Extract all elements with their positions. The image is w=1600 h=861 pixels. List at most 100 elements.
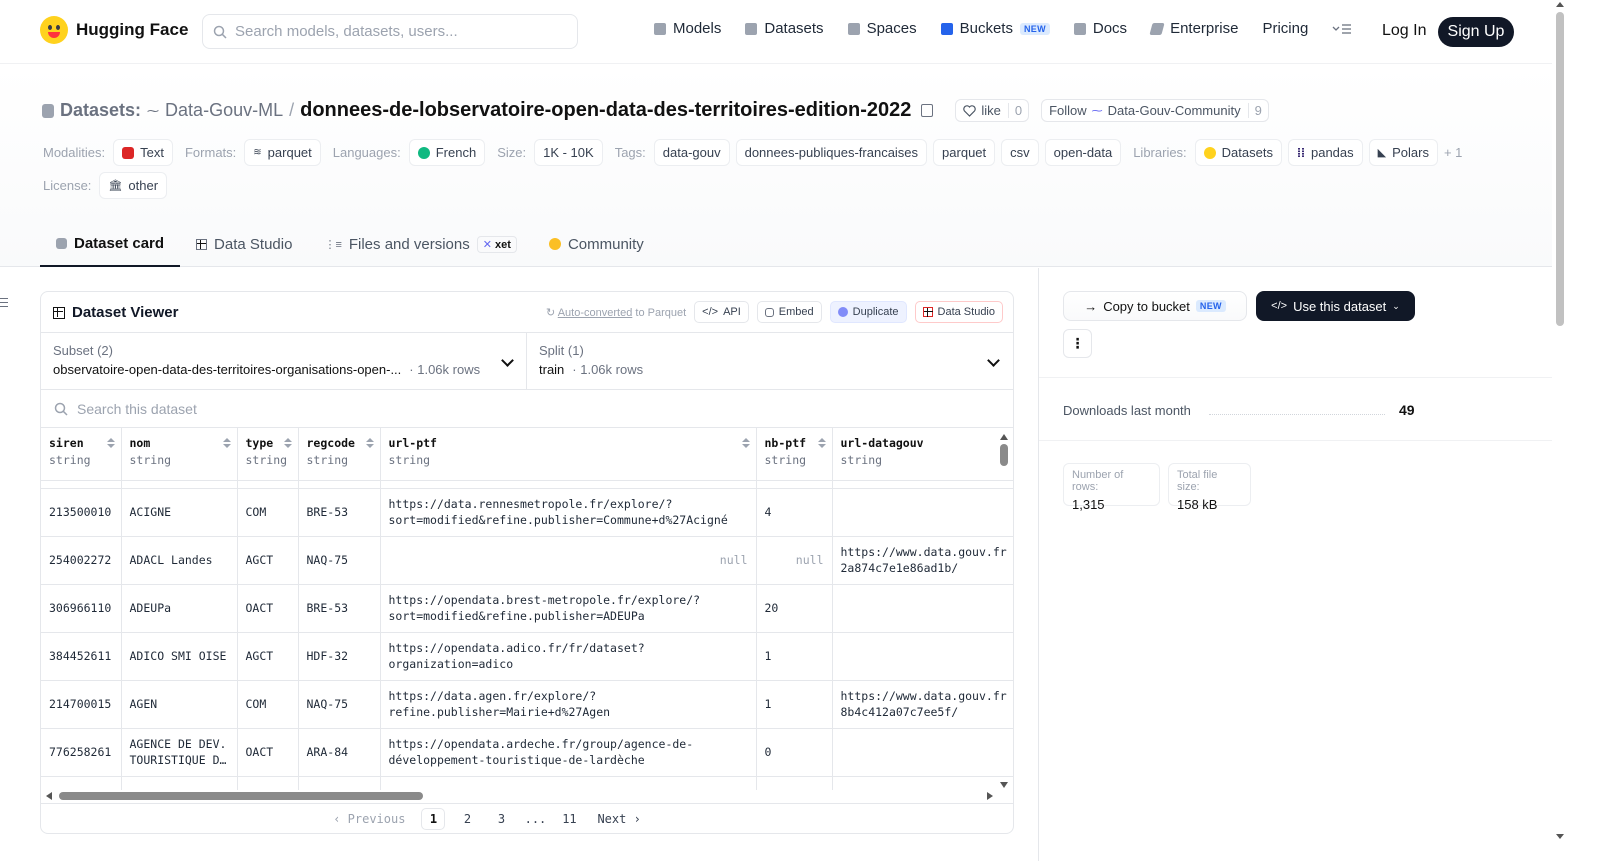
- nav-enterprise[interactable]: Enterprise: [1149, 20, 1238, 37]
- nav-spaces[interactable]: Spaces: [847, 20, 917, 37]
- tag-library-pandas[interactable]: ⁞⁞ pandas: [1287, 139, 1363, 166]
- scroll-down-icon[interactable]: [1000, 782, 1008, 788]
- nav-models[interactable]: Models: [654, 20, 721, 37]
- page-button[interactable]: 11: [557, 808, 581, 830]
- table-row[interactable]: 213500010 ACIGNE COM BRE-53 https://data.ren…: [41, 488, 1013, 537]
- scroll-up-icon[interactable]: [1556, 2, 1564, 7]
- scroll-right-icon[interactable]: [987, 792, 993, 800]
- scroll-thumb[interactable]: [59, 792, 423, 800]
- scroll-left-icon[interactable]: [46, 792, 52, 800]
- signup-button[interactable]: Sign Up: [1438, 17, 1514, 47]
- table-row[interactable]: 306966110 ADEUPa OACT BRE-53 https://opendat…: [41, 584, 1013, 633]
- global-search-input[interactable]: Search models, datasets, users...: [202, 14, 578, 49]
- tab-community[interactable]: Community: [533, 221, 660, 267]
- column-header[interactable]: nb-ptf string: [756, 428, 833, 481]
- tag-item[interactable]: data-gouv: [653, 139, 730, 166]
- toc-toggle-icon[interactable]: [0, 298, 8, 307]
- page-button[interactable]: 2: [455, 808, 479, 830]
- table-row[interactable]: AGENCE DE https://www.data.corsica/explor…: [41, 776, 1013, 790]
- previous-page-button[interactable]: ‹ Previous: [333, 808, 405, 830]
- split-dropdown[interactable]: Split (1) train · 1.06k rows: [527, 333, 1013, 389]
- duplicate-button[interactable]: Duplicate: [829, 301, 907, 323]
- tag-text: Text: [140, 145, 164, 160]
- dataset-name[interactable]: donnees-de-lobservatoire-open-data-des-t…: [300, 99, 911, 122]
- tab-files-and-versions[interactable]: ⋮≡ Files and versions ✕ xet: [308, 221, 533, 267]
- tag-library-datasets[interactable]: Datasets: [1194, 139, 1282, 166]
- sort-icon[interactable]: [106, 438, 115, 450]
- tag-item[interactable]: donnees-publiques-francaises: [735, 139, 928, 166]
- table-vertical-scrollbar[interactable]: [999, 428, 1009, 790]
- table-row[interactable]: 776258261 AGENCE DE DEV. TOURISTIQUE D… OA…: [41, 728, 1013, 777]
- page-button[interactable]: 3: [489, 808, 513, 830]
- sort-icon[interactable]: [283, 438, 292, 450]
- database-icon: [42, 103, 54, 118]
- column-header[interactable]: regcode string: [298, 428, 381, 481]
- arrow-right-icon: →: [1084, 298, 1098, 314]
- sort-icon[interactable]: [741, 438, 750, 450]
- copy-to-bucket-button[interactable]: → Copy to bucket NEW: [1063, 291, 1247, 321]
- embed-button[interactable]: Embed: [756, 301, 822, 323]
- sort-icon[interactable]: [365, 438, 374, 450]
- tag-license[interactable]: 🏛 other: [99, 172, 168, 199]
- api-button[interactable]: </> API: [694, 301, 749, 323]
- code-icon: </>: [702, 306, 719, 318]
- next-page-button[interactable]: Next ›: [597, 808, 640, 830]
- tab-dataset-card[interactable]: Dataset card: [40, 221, 181, 267]
- column-header[interactable]: siren string: [41, 428, 122, 481]
- nav-docs[interactable]: Docs: [1073, 20, 1127, 37]
- libraries-more[interactable]: + 1: [1444, 145, 1462, 160]
- column-header[interactable]: nom string: [121, 428, 238, 481]
- data-studio-button[interactable]: Data Studio: [914, 301, 1003, 323]
- login-link[interactable]: Log In: [1382, 22, 1426, 40]
- xet-icon: ✕: [482, 238, 492, 251]
- downloads-value: 49: [1399, 402, 1415, 418]
- nav-pricing[interactable]: Pricing: [1262, 20, 1308, 37]
- table-cell: [41, 776, 122, 790]
- follow-button[interactable]: Follow ⁓ Data-Gouv-Community 9: [1041, 99, 1269, 122]
- tag-size[interactable]: 1K - 10K: [534, 139, 603, 166]
- more-options-button[interactable]: ⋮: [1063, 329, 1092, 358]
- use-this-dataset-button[interactable]: </> Use this dataset ⌄: [1256, 291, 1415, 321]
- scroll-thumb[interactable]: [1556, 12, 1564, 326]
- divider: [1039, 377, 1553, 378]
- column-header[interactable]: url-datagouv string: [832, 428, 1013, 481]
- column-header[interactable]: type string: [237, 428, 299, 481]
- tag-item[interactable]: parquet: [933, 139, 996, 166]
- org-link[interactable]: Data-Gouv-ML: [165, 100, 283, 121]
- subset-dropdown[interactable]: Subset (2) observatoire-open-data-des-te…: [41, 333, 527, 389]
- scroll-up-icon[interactable]: [1000, 434, 1008, 440]
- tag-modality-text[interactable]: Text: [113, 139, 173, 166]
- table-row[interactable]: 384452611 ADICO SMI OISE AGCT HDF-32 https:/…: [41, 632, 1013, 681]
- tag-format-parquet[interactable]: ≋ parquet: [244, 139, 321, 166]
- dataset-search-input[interactable]: Search this dataset: [41, 390, 1013, 428]
- sort-icon[interactable]: [222, 438, 231, 450]
- page-scrollbar[interactable]: [1552, 0, 1568, 861]
- tag-item[interactable]: csv: [1001, 139, 1039, 166]
- nav-buckets[interactable]: Buckets NEW: [940, 20, 1050, 37]
- table-cell: 0: [756, 728, 833, 777]
- license-row: License: 🏛 other: [43, 172, 168, 199]
- scroll-thumb[interactable]: [1000, 444, 1008, 466]
- column-name: type: [245, 436, 274, 450]
- hf-logo[interactable]: Hugging Face: [40, 16, 188, 44]
- copy-icon[interactable]: [921, 104, 934, 117]
- column-header[interactable]: url-ptf string: [380, 428, 757, 481]
- column-name: nom: [129, 436, 151, 450]
- like-button[interactable]: like 0: [955, 99, 1030, 122]
- sort-icon[interactable]: [817, 438, 826, 450]
- previous-label: Previous: [347, 811, 406, 826]
- tag-language-french[interactable]: French: [408, 139, 486, 166]
- table-row[interactable]: 214700015 AGEN COM NAQ-75 https://data.agen.…: [41, 680, 1013, 729]
- scroll-down-icon[interactable]: [1556, 834, 1564, 839]
- auto-converted-link[interactable]: Auto-converted: [558, 307, 633, 319]
- nav-datasets[interactable]: Datasets: [745, 20, 824, 37]
- tag-library-polars[interactable]: ◣ Polars: [1368, 139, 1438, 166]
- more-menu-button[interactable]: [1332, 23, 1352, 35]
- tag-item[interactable]: open-data: [1044, 139, 1122, 166]
- viewer-header: Dataset Viewer ↻ Auto-converted to Parqu…: [41, 292, 1013, 333]
- table-horizontal-scrollbar[interactable]: [41, 790, 1013, 803]
- table-row[interactable]: 254002272 ADACL Landes AGCT NAQ-75 null null h…: [41, 536, 1013, 585]
- page-button[interactable]: 1: [421, 807, 446, 830]
- menu-icon: [1332, 23, 1352, 34]
- tab-data-studio[interactable]: Data Studio: [180, 221, 308, 267]
